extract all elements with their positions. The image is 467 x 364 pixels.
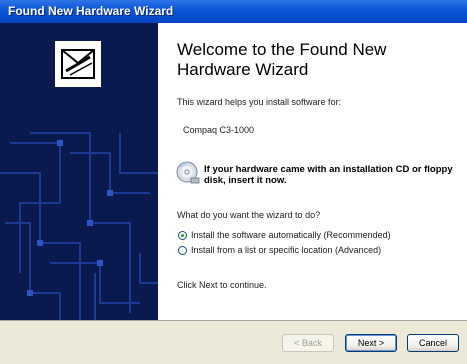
- window-title: Found New Hardware Wizard: [8, 4, 174, 18]
- device-name: Compaq C3-1000: [183, 125, 255, 135]
- button-bar: < Back Next > Cancel: [0, 321, 467, 364]
- side-panel: [0, 23, 158, 320]
- cd-note: If your hardware came with an installati…: [204, 164, 453, 186]
- back-button[interactable]: < Back: [282, 334, 334, 352]
- next-button[interactable]: Next >: [345, 334, 397, 352]
- cancel-button[interactable]: Cancel: [407, 334, 459, 352]
- title-bar[interactable]: Found New Hardware Wizard: [0, 0, 467, 23]
- option-label: Install the software automatically (Reco…: [191, 230, 391, 240]
- option-install-automatic[interactable]: Install the software automatically (Reco…: [178, 230, 391, 240]
- cd-disk-icon: [176, 161, 200, 184]
- radio-button-selected[interactable]: [178, 230, 187, 240]
- option-label: Install from a list or specific location…: [191, 245, 382, 255]
- footer-text: Click Next to continue.: [177, 280, 267, 290]
- hardware-box-icon: [53, 39, 103, 89]
- intro-text: This wizard helps you install software f…: [177, 97, 342, 107]
- circuit-pattern-graphic: [0, 39, 158, 320]
- radio-button[interactable]: [178, 245, 187, 255]
- page-title: Welcome to the Found New Hardware Wizard: [177, 40, 387, 79]
- wizard-window: Found New Hardware Wizard Welcome to the…: [0, 0, 467, 364]
- question-text: What do you want the wizard to do?: [177, 210, 321, 220]
- content-area: Welcome to the Found New Hardware Wizard…: [158, 23, 467, 320]
- option-install-from-list[interactable]: Install from a list or specific location…: [178, 245, 381, 255]
